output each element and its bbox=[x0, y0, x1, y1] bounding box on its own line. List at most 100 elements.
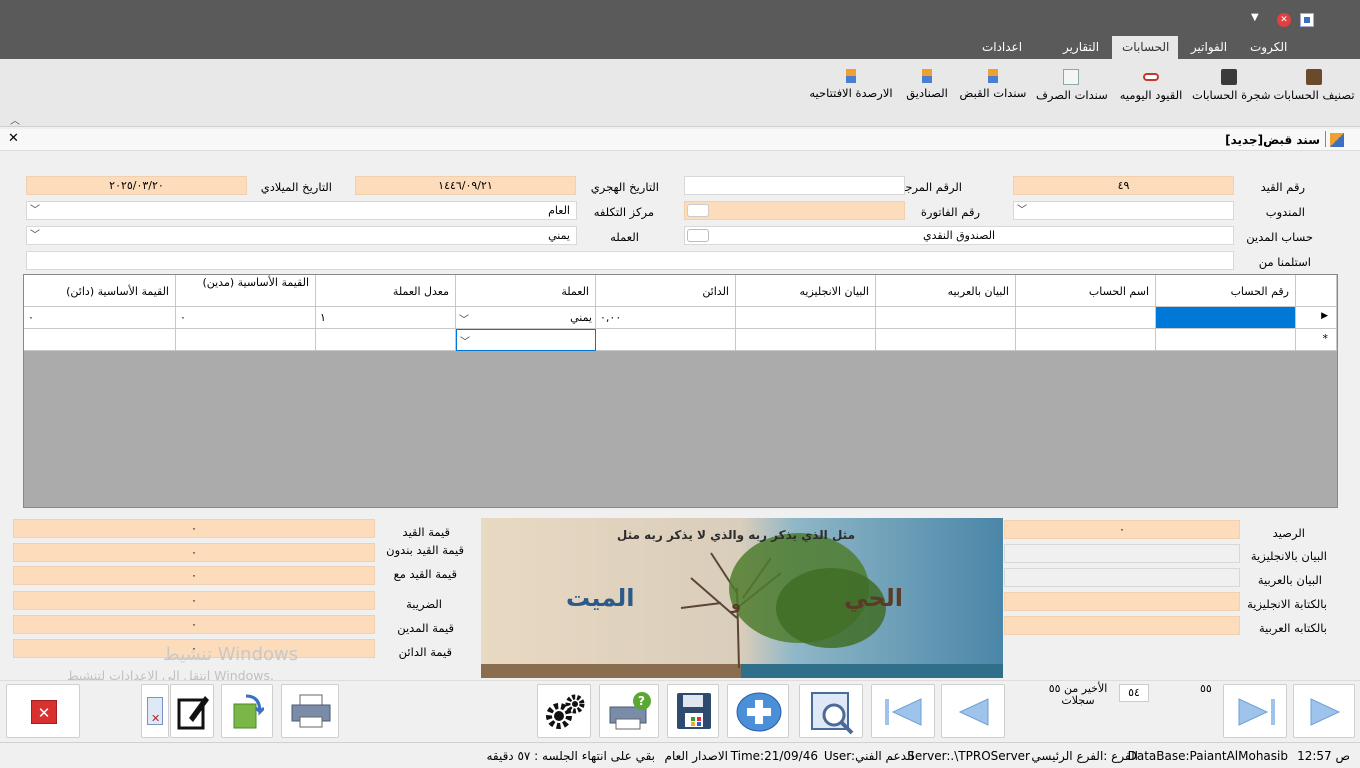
received-from-label: استلمنا من bbox=[1258, 255, 1311, 269]
ribbon-btn-account-tree[interactable]: شجرة الحسابات bbox=[1192, 69, 1271, 102]
search-button[interactable] bbox=[799, 684, 863, 738]
export-button[interactable] bbox=[221, 684, 273, 738]
ribbon-btn-receipt-vouchers[interactable]: سندات القبض bbox=[958, 69, 1028, 100]
cell-base-debit[interactable]: ٠ bbox=[176, 307, 316, 329]
grid-corner bbox=[1296, 275, 1337, 307]
cell-rate[interactable]: ١ bbox=[316, 307, 456, 329]
current-row-arrow-icon: ▶ bbox=[1321, 311, 1328, 321]
col-header-desc-en[interactable]: البيان الانجليزيه bbox=[736, 275, 876, 307]
written-ar-field bbox=[1004, 616, 1240, 635]
received-from-field[interactable] bbox=[26, 251, 1234, 270]
cancel-button[interactable]: ✕ bbox=[6, 684, 80, 738]
close-icon[interactable]: ✕ bbox=[1277, 13, 1291, 27]
status-branch: الفرع :الفرع الرئيسي bbox=[1031, 749, 1138, 763]
desc-ar-field[interactable] bbox=[1004, 568, 1240, 587]
print-button[interactable]: ? bbox=[599, 684, 659, 738]
invoice-no-field[interactable] bbox=[684, 201, 905, 220]
new-cell[interactable] bbox=[876, 329, 1016, 351]
cost-center-select[interactable]: ﹀ العام bbox=[26, 201, 577, 220]
written-en-label: بالكتابة الانجليزية bbox=[1247, 597, 1327, 611]
header-divider bbox=[1325, 131, 1326, 147]
value-without-tax-label: قيمة القيد بندون bbox=[386, 543, 464, 557]
chevron-down-icon: ﹀ bbox=[459, 315, 469, 326]
new-cell[interactable] bbox=[1156, 329, 1296, 351]
image-dead-word: الميت bbox=[566, 584, 635, 612]
new-cell[interactable] bbox=[24, 329, 176, 351]
previous-record-button[interactable] bbox=[941, 684, 1005, 738]
image-and-word: و bbox=[731, 594, 741, 613]
cell-base-credit[interactable]: ٠ bbox=[24, 307, 176, 329]
ribbon-btn-account-classification[interactable]: تصنيف الحسابات bbox=[1272, 69, 1356, 102]
new-cell-currency[interactable]: ﹀ bbox=[456, 329, 596, 351]
add-button[interactable] bbox=[727, 684, 789, 738]
child-window-header: ✕ سند قبض[جديد] bbox=[0, 129, 1360, 151]
cell-account-no[interactable] bbox=[1156, 307, 1296, 329]
tax-label: الضريبة bbox=[406, 597, 442, 611]
quick-access-dropdown-icon[interactable]: ▼ bbox=[1251, 12, 1259, 23]
app-icon bbox=[1300, 13, 1314, 27]
save-button[interactable] bbox=[667, 684, 719, 738]
new-cell[interactable] bbox=[596, 329, 736, 351]
ribbon-btn-cash-boxes[interactable]: الصناديق bbox=[902, 69, 952, 100]
tab-cards[interactable]: الكروت bbox=[1240, 36, 1296, 59]
status-database: DataBase:PaiantAlMohasib bbox=[1127, 749, 1288, 763]
tab-accounts[interactable]: الحسابات bbox=[1112, 36, 1178, 59]
new-cell[interactable] bbox=[736, 329, 876, 351]
cell-currency[interactable]: ﹀ يمني bbox=[456, 307, 596, 329]
tab-reports[interactable]: التقارير bbox=[1052, 36, 1110, 59]
value-without-tax-field: ٠ bbox=[13, 543, 375, 562]
col-header-credit[interactable]: الدائن bbox=[596, 275, 736, 307]
currency-select[interactable]: ﹀ يمني bbox=[26, 226, 577, 245]
entry-no-field[interactable]: ٤٩ bbox=[1013, 176, 1234, 195]
ribbon-btn-daily-entries[interactable]: القيود اليوميه bbox=[1116, 69, 1186, 102]
debit-value-label: قيمة المدين bbox=[397, 621, 454, 635]
settings-button[interactable] bbox=[537, 684, 591, 738]
col-header-desc-ar[interactable]: البيان بالعربيه bbox=[876, 275, 1016, 307]
col-header-account-name[interactable]: اسم الحساب bbox=[1016, 275, 1156, 307]
ribbon-btn-opening-balances[interactable]: الارصدة الافتتاحيه bbox=[808, 69, 894, 100]
balance-label: الرصيد bbox=[1272, 526, 1305, 540]
desc-en-field[interactable] bbox=[1004, 544, 1240, 563]
col-header-base-credit[interactable]: القيمة الأساسية (دائن) bbox=[24, 275, 176, 307]
new-row-indicator[interactable]: * bbox=[1296, 329, 1337, 351]
tab-system-settings[interactable]: اعدادات النظام bbox=[956, 36, 1048, 77]
rep-select[interactable]: ﹀ bbox=[1013, 201, 1234, 220]
cell-credit[interactable]: ٠,٠٠ bbox=[596, 307, 736, 329]
printer-icon bbox=[291, 694, 331, 728]
child-close-icon[interactable]: ✕ bbox=[8, 131, 19, 146]
gregorian-date-field[interactable]: ٢٠٢٥/٠٣/٢٠ bbox=[26, 176, 247, 195]
cell-account-name[interactable] bbox=[1016, 307, 1156, 329]
first-record-button[interactable] bbox=[871, 684, 935, 738]
invoice-no-label: رقم الفاتورة bbox=[920, 205, 980, 219]
new-cell[interactable] bbox=[316, 329, 456, 351]
debit-account-lookup-button[interactable] bbox=[687, 229, 709, 242]
cell-desc-ar[interactable] bbox=[876, 307, 1016, 329]
invoice-lookup-button[interactable] bbox=[687, 204, 709, 217]
debit-account-field[interactable]: الصندوق النقدي bbox=[684, 226, 1234, 245]
cell-desc-en[interactable] bbox=[736, 307, 876, 329]
ref-no-field[interactable] bbox=[684, 176, 905, 195]
entry-value-label: قيمة القيد bbox=[402, 525, 450, 539]
currency-label: العمله bbox=[610, 230, 639, 244]
hijri-date-field[interactable]: ١٤٤٦/٠٩/٢١ bbox=[355, 176, 576, 195]
last-record-button[interactable] bbox=[1223, 684, 1287, 738]
new-cell[interactable] bbox=[176, 329, 316, 351]
new-cell[interactable] bbox=[1016, 329, 1156, 351]
svg-text:?: ? bbox=[638, 694, 645, 708]
col-header-account-no[interactable]: رقم الحساب bbox=[1156, 275, 1296, 307]
current-record-field[interactable]: ٥٤ bbox=[1119, 684, 1149, 702]
col-header-base-debit[interactable]: القيمة الأساسية (مدين) bbox=[176, 275, 316, 307]
edit-button[interactable] bbox=[170, 684, 214, 738]
tab-invoices[interactable]: الفواتير bbox=[1180, 36, 1238, 59]
print-preview-button[interactable] bbox=[281, 684, 339, 738]
cancel-x-icon: ✕ bbox=[31, 700, 57, 724]
delete-button[interactable]: ✕ bbox=[141, 684, 169, 738]
collapse-ribbon-icon[interactable]: ︿ bbox=[10, 112, 20, 127]
row-indicator[interactable]: ▶ bbox=[1296, 307, 1337, 329]
next-record-button[interactable] bbox=[1293, 684, 1355, 738]
col-header-currency[interactable]: العملة bbox=[456, 275, 596, 307]
col-header-rate[interactable]: معدل العملة bbox=[316, 275, 456, 307]
ribbon-btn-payment-vouchers[interactable]: سندات الصرف bbox=[1036, 69, 1108, 102]
previous-record-icon bbox=[958, 698, 989, 726]
activation-watermark-title: تنشيط Windows bbox=[163, 644, 299, 665]
